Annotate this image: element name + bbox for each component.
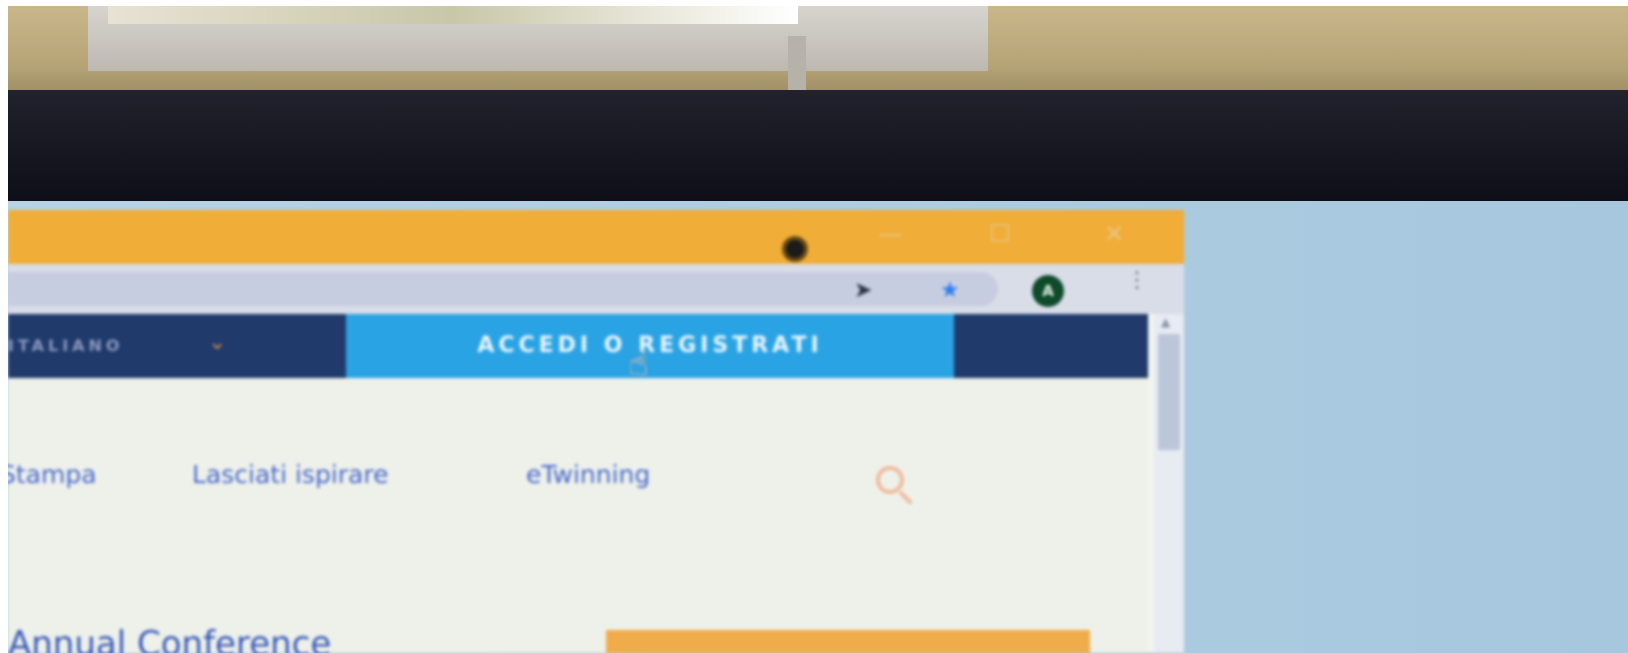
- address-bar[interactable]: ➤ ★: [8, 272, 998, 306]
- orange-action-button[interactable]: [606, 630, 1090, 653]
- profile-avatar[interactable]: A: [1032, 275, 1064, 307]
- send-icon[interactable]: ➤: [854, 280, 872, 302]
- window-glass: [108, 6, 798, 24]
- nav-link-etwinning[interactable]: eTwinning: [526, 460, 650, 489]
- search-icon[interactable]: [876, 466, 904, 494]
- maximize-button[interactable]: ☐: [984, 220, 1016, 248]
- login-register-button[interactable]: ACCEDI O REGISTRATI: [346, 314, 954, 378]
- camera-dot-icon: [782, 236, 808, 262]
- browser-window: — ☐ ✕ ➤ ★ A ⋮ ITALIANO ⌄ ACCEDI O REGIST…: [8, 210, 1184, 653]
- page-content: ITALIANO ⌄ ACCEDI O REGISTRATI ☝ Stampa …: [8, 314, 1148, 653]
- headline: Annual Conference: [8, 624, 332, 653]
- scroll-up-arrow-icon[interactable]: ▲: [1161, 316, 1177, 328]
- hand-cursor-icon: ☝: [628, 344, 649, 384]
- search-icon-handle: [898, 490, 913, 505]
- chevron-down-icon[interactable]: ⌄: [208, 330, 226, 355]
- more-icon[interactable]: ⋮: [1126, 270, 1148, 306]
- monitor-bezel: [8, 90, 1628, 202]
- nav-link-stampa[interactable]: Stampa: [8, 460, 97, 489]
- minimize-button[interactable]: —: [874, 220, 906, 248]
- close-button[interactable]: ✕: [1098, 220, 1130, 248]
- photo-scene: — ☐ ✕ ➤ ★ A ⋮ ITALIANO ⌄ ACCEDI O REGIST…: [8, 6, 1628, 653]
- nav-link-lasciati-ispirare[interactable]: Lasciati ispirare: [192, 460, 388, 489]
- site-topbar: ITALIANO ⌄ ACCEDI O REGISTRATI ☝: [8, 314, 1148, 384]
- browser-titlebar: — ☐ ✕: [8, 210, 1184, 264]
- star-icon[interactable]: ★: [940, 280, 960, 302]
- scrollbar-thumb[interactable]: [1158, 334, 1180, 450]
- browser-toolbar: ➤ ★ A ⋮: [8, 264, 1184, 314]
- language-selector-label[interactable]: ITALIANO: [8, 336, 124, 355]
